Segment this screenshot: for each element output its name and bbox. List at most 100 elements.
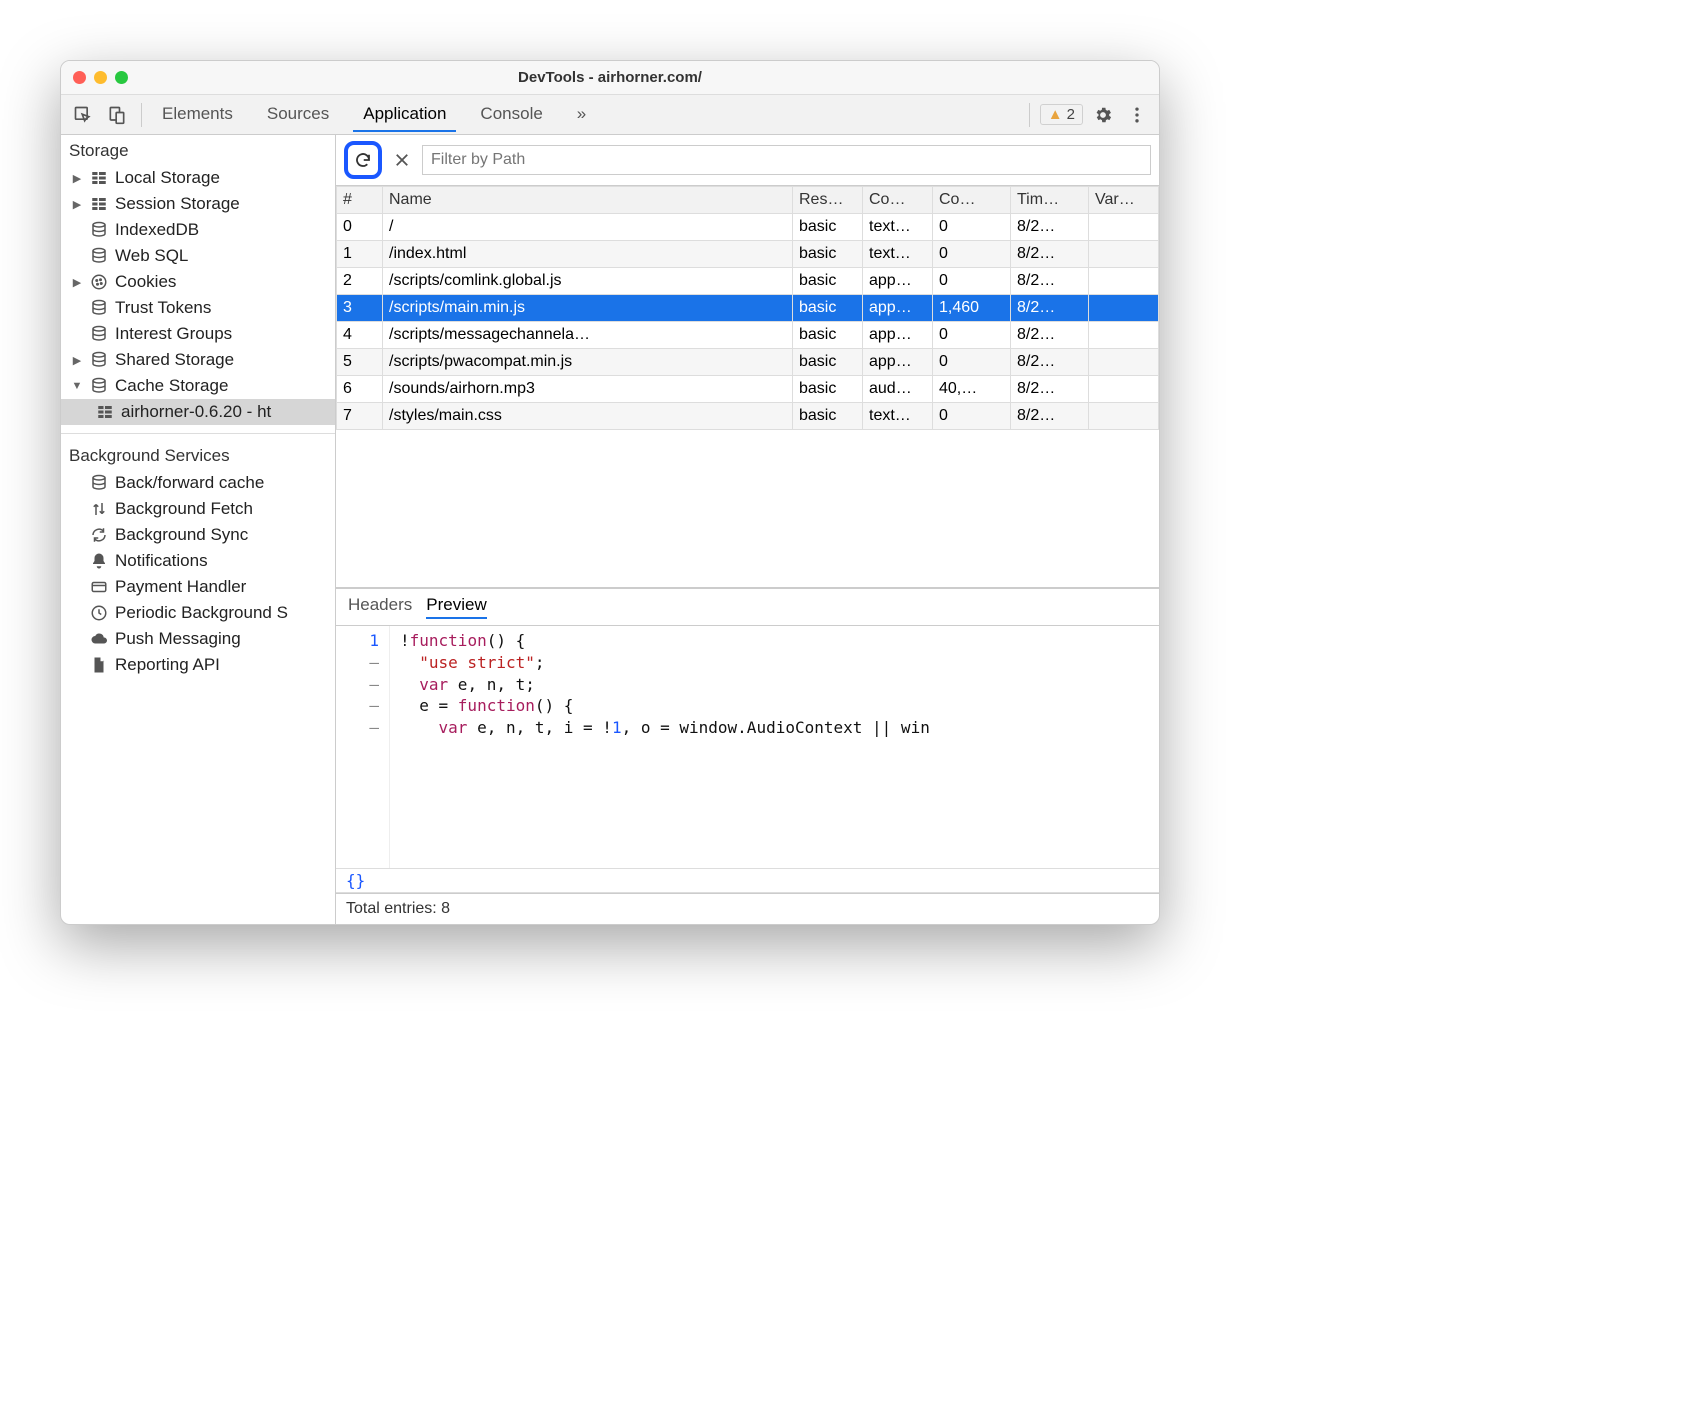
- sidebar-item-label: Local Storage: [115, 168, 220, 188]
- sidebar-item-label: Payment Handler: [115, 577, 246, 597]
- sidebar-item-label: Back/forward cache: [115, 473, 264, 493]
- db-icon: [89, 351, 109, 369]
- table-row[interactable]: 5/scripts/pwacompat.min.jsbasicapp…08/2…: [337, 349, 1159, 376]
- table-row[interactable]: 0/basictext…08/2…: [337, 214, 1159, 241]
- cell-var: [1089, 376, 1159, 403]
- sync-icon: [89, 526, 109, 544]
- warnings-badge[interactable]: ▲ 2: [1040, 104, 1083, 125]
- cell-idx: 3: [337, 295, 383, 322]
- sidebar-item-label: IndexedDB: [115, 220, 199, 240]
- sidebar-item-interest-groups[interactable]: Interest Groups: [61, 321, 335, 347]
- divider: [141, 103, 142, 127]
- sidebar-item-background-sync[interactable]: Background Sync: [61, 522, 335, 548]
- cell-idx: 4: [337, 322, 383, 349]
- cell-idx: 6: [337, 376, 383, 403]
- detail-tab-preview[interactable]: Preview: [426, 595, 486, 619]
- cell-idx: 1: [337, 241, 383, 268]
- disclosure-arrow-icon[interactable]: ▼: [71, 380, 83, 392]
- cell-res: basic: [793, 268, 863, 295]
- detail-tabs: Headers Preview: [336, 589, 1159, 626]
- column-header[interactable]: Tim…: [1011, 187, 1089, 214]
- filter-input[interactable]: [422, 145, 1151, 175]
- bell-icon: [89, 552, 109, 570]
- sidebar-item-indexeddb[interactable]: IndexedDB: [61, 217, 335, 243]
- sidebar-item-reporting-api[interactable]: Reporting API: [61, 652, 335, 678]
- sidebar-item-push-messaging[interactable]: Push Messaging: [61, 626, 335, 652]
- tabs-overflow-icon[interactable]: »: [567, 98, 596, 132]
- footer-status: Total entries: 8: [336, 893, 1159, 924]
- disclosure-arrow-icon[interactable]: ▶: [71, 354, 83, 367]
- cell-ct: app…: [863, 295, 933, 322]
- cell-time: 8/2…: [1011, 268, 1089, 295]
- device-toolbar-icon[interactable]: [103, 102, 131, 128]
- sidebar-item-session-storage[interactable]: ▶Session Storage: [61, 191, 335, 217]
- inspect-element-icon[interactable]: [69, 102, 97, 128]
- sidebar-item-notifications[interactable]: Notifications: [61, 548, 335, 574]
- column-header[interactable]: Res…: [793, 187, 863, 214]
- table-row[interactable]: 6/sounds/airhorn.mp3basicaud…40,…8/2…: [337, 376, 1159, 403]
- cache-entries-table: #NameRes…Co…Co…Tim…Var… 0/basictext…08/2…: [336, 186, 1159, 588]
- tab-elements[interactable]: Elements: [152, 98, 243, 132]
- table-row[interactable]: 4/scripts/messagechannela…basicapp…08/2…: [337, 322, 1159, 349]
- column-header[interactable]: Var…: [1089, 187, 1159, 214]
- table-row[interactable]: 3/scripts/main.min.jsbasicapp…1,4608/2…: [337, 295, 1159, 322]
- tab-sources[interactable]: Sources: [257, 98, 339, 132]
- sidebar-item-background-fetch[interactable]: Background Fetch: [61, 496, 335, 522]
- tab-console[interactable]: Console: [470, 98, 552, 132]
- cell-name: /scripts/pwacompat.min.js: [383, 349, 793, 376]
- cell-var: [1089, 214, 1159, 241]
- table-row[interactable]: 2/scripts/comlink.global.jsbasicapp…08/2…: [337, 268, 1159, 295]
- disclosure-arrow-icon[interactable]: ▶: [71, 276, 83, 289]
- column-header[interactable]: Co…: [933, 187, 1011, 214]
- sidebar-item-shared-storage[interactable]: ▶Shared Storage: [61, 347, 335, 373]
- cell-res: basic: [793, 349, 863, 376]
- cell-idx: 2: [337, 268, 383, 295]
- settings-icon[interactable]: [1089, 102, 1117, 128]
- disclosure-arrow-icon[interactable]: ▶: [71, 172, 83, 185]
- column-header[interactable]: Name: [383, 187, 793, 214]
- cell-var: [1089, 295, 1159, 322]
- cache-storage-panel: #NameRes…Co…Co…Tim…Var… 0/basictext…08/2…: [336, 135, 1159, 924]
- updown-icon: [89, 500, 109, 518]
- cell-name: /scripts/main.min.js: [383, 295, 793, 322]
- detail-tab-headers[interactable]: Headers: [348, 595, 412, 619]
- clock-icon: [89, 604, 109, 622]
- titlebar: DevTools - airhorner.com/: [61, 61, 1159, 95]
- cell-name: /sounds/airhorn.mp3: [383, 376, 793, 403]
- sidebar-item-cookies[interactable]: ▶Cookies: [61, 269, 335, 295]
- sidebar-item-label: airhorner-0.6.20 - ht: [121, 402, 271, 422]
- sidebar-item-cache-storage[interactable]: ▼Cache Storage: [61, 373, 335, 399]
- cell-var: [1089, 403, 1159, 430]
- column-header[interactable]: Co…: [863, 187, 933, 214]
- table-row[interactable]: 7/styles/main.cssbasictext…08/2…: [337, 403, 1159, 430]
- entry-detail-pane: HeadersPreview 1–––– !function() { "use …: [336, 588, 1159, 924]
- sidebar-item-local-storage[interactable]: ▶ Local Storage: [61, 165, 335, 191]
- kebab-menu-icon[interactable]: [1123, 102, 1151, 128]
- sidebar-item-airhorner-0-6-20-ht[interactable]: airhorner-0.6.20 - ht: [61, 399, 335, 425]
- grid-icon: [89, 195, 109, 213]
- tab-application[interactable]: Application: [353, 98, 456, 132]
- refresh-button[interactable]: [351, 148, 375, 172]
- disclosure-arrow-icon[interactable]: ▶: [71, 198, 83, 211]
- sidebar-item-payment-handler[interactable]: Payment Handler: [61, 574, 335, 600]
- db-icon: [89, 247, 109, 265]
- cell-ct: aud…: [863, 376, 933, 403]
- cell-var: [1089, 268, 1159, 295]
- cell-name: /: [383, 214, 793, 241]
- divider: [61, 433, 335, 434]
- sidebar-item-periodic-background-s[interactable]: Periodic Background S: [61, 600, 335, 626]
- cell-var: [1089, 349, 1159, 376]
- cell-size: 40,…: [933, 376, 1011, 403]
- cell-ct: text…: [863, 241, 933, 268]
- cell-size: 0: [933, 322, 1011, 349]
- sidebar-item-trust-tokens[interactable]: Trust Tokens: [61, 295, 335, 321]
- table-row[interactable]: 1/index.htmlbasictext…08/2…: [337, 241, 1159, 268]
- column-header[interactable]: #: [337, 187, 383, 214]
- cell-ct: text…: [863, 403, 933, 430]
- delete-button[interactable]: [390, 148, 414, 172]
- sidebar-item-back-forward-cache[interactable]: Back/forward cache: [61, 470, 335, 496]
- pretty-print-button[interactable]: {}: [336, 868, 1159, 893]
- sidebar-item-web-sql[interactable]: Web SQL: [61, 243, 335, 269]
- cell-size: 0: [933, 241, 1011, 268]
- doc-icon: [89, 656, 109, 674]
